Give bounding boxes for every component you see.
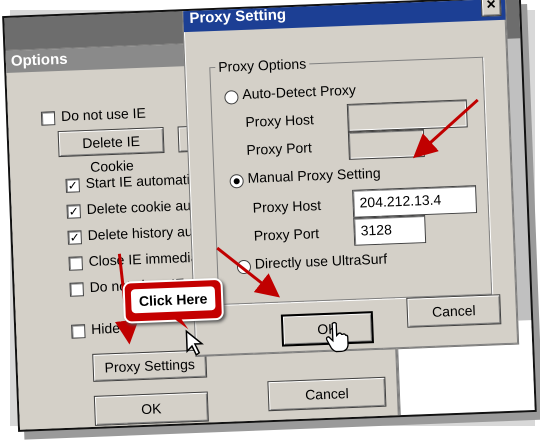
arrow-to-ok bbox=[216, 246, 281, 298]
annotation-arrows bbox=[114, 98, 479, 345]
click-here-text: Click Here bbox=[138, 290, 208, 310]
hand-cursor-icon bbox=[325, 321, 349, 353]
arrow-cursor-icon bbox=[185, 329, 204, 357]
arrow-to-manual bbox=[413, 98, 479, 159]
screenshot-tilt: Options Do not use IE Delete IE Cookie D… bbox=[0, 0, 540, 440]
callout-inner: Click Here bbox=[130, 286, 216, 314]
screenshot-frame: Options Do not use IE Delete IE Cookie D… bbox=[2, 0, 537, 432]
